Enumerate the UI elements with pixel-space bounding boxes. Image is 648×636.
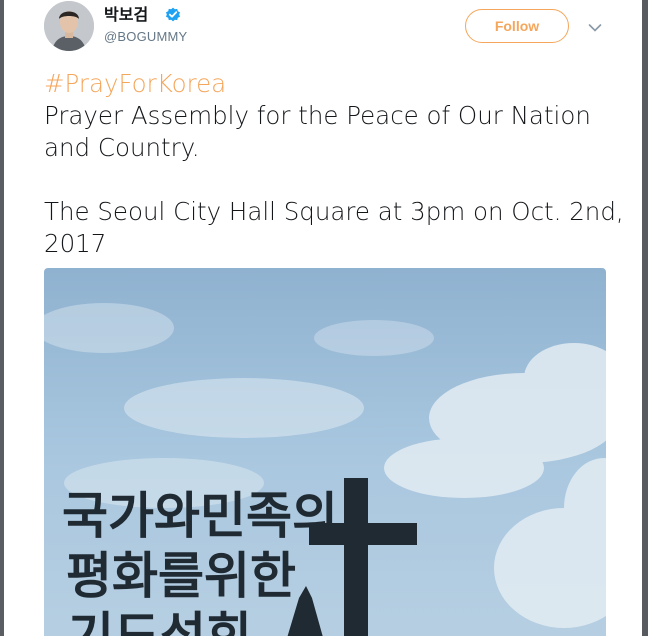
tweet-text: #PrayForKorea Prayer Assembly for the Pe… [44, 68, 624, 260]
backdrop-right [642, 0, 648, 636]
sign-row-1: 국가와민족의 [62, 487, 338, 545]
display-name[interactable]: 박보검 [104, 6, 148, 24]
tweet-card: 박보검 @BOGUMMY Follow #PrayForKorea Prayer… [4, 0, 642, 636]
tweet-line-location: The Seoul City Hall Square at 3pm on Oct… [44, 197, 624, 258]
follow-button[interactable]: Follow [465, 9, 569, 43]
avatar[interactable] [44, 1, 94, 51]
chevron-down-icon[interactable] [588, 20, 602, 32]
verified-badge-icon [165, 7, 181, 23]
user-handle[interactable]: @BOGUMMY [104, 29, 187, 44]
hashtag-link[interactable]: #PrayForKorea [44, 69, 226, 98]
tweet-photo[interactable]: 국가와민족의 평화를위한 기도성회 [44, 268, 606, 636]
sign-row-3: 기도성회 [68, 607, 252, 636]
sign-row-2: 평화를위한 [66, 547, 296, 605]
tweet-line-assembly: Prayer Assembly for the Peace of Our Nat… [44, 101, 591, 162]
